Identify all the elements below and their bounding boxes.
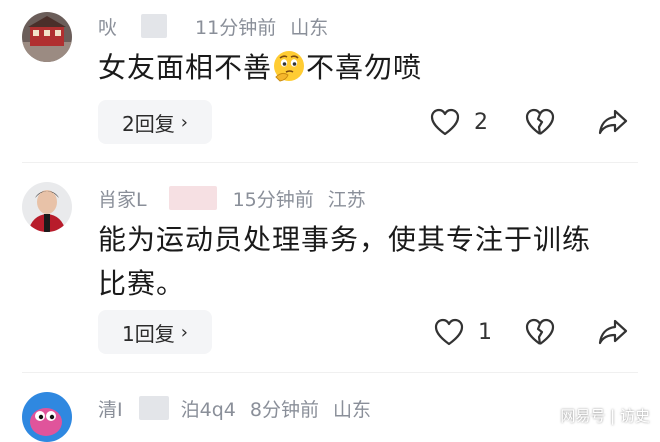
dislike-button[interactable] [525,108,555,136]
broken-heart-icon [525,318,555,345]
comment-location: 山东 [332,398,371,421]
share-arrow-icon [598,319,628,345]
heart-icon [434,318,464,346]
comment-text-line: 能为运动员处理事务，使其专注于训练 [98,223,592,256]
comment-meta: 吙 11分钟前 山东 [98,12,328,40]
like-button[interactable]: 2 [430,108,488,136]
comment-location: 山东 [290,16,329,39]
comment-text: 女友面相不善 不喜勿喷 [98,46,422,90]
avatar[interactable] [22,392,72,442]
comment-time: 11分钟前 [195,16,277,39]
comment-location: 江苏 [327,188,366,211]
divider [22,162,638,163]
username[interactable]: 清I [98,395,123,422]
comment-text-part: 女友面相不善 [98,51,273,84]
comment-text-part: 不喜勿喷 [306,51,423,84]
redacted-username [138,396,169,420]
comment-meta: 清I 泊4q4 8分钟前 山东 [98,394,371,422]
username[interactable]: 吙 [98,13,117,40]
reply-button[interactable]: 1回复 › [98,310,212,354]
thinking-face-emoji [272,49,306,83]
broken-heart-icon [525,108,555,135]
comment-time: 15分钟前 [232,188,314,211]
like-button[interactable]: 1 [434,318,492,346]
comment-text: 能为运动员处理事务，使其专注于训练 比赛。 [98,218,591,306]
watermark: 网易号 | 访史 [560,407,650,425]
comment-meta: 肖家L 15分钟前 江苏 [98,184,366,212]
share-button[interactable] [598,108,628,136]
heart-icon [430,108,460,136]
like-count: 2 [474,109,488,135]
comment-text-line: 比赛。 [98,267,186,300]
comment-time: 8分钟前 [249,398,319,421]
redacted-username [141,14,168,38]
username[interactable]: 肖家L [98,185,147,212]
reply-label: 2回复 [122,111,175,136]
divider [22,372,638,373]
avatar[interactable] [22,12,72,62]
chevron-right-icon: › [180,321,188,343]
like-count: 1 [478,319,492,345]
share-arrow-icon [598,109,628,135]
reply-button[interactable]: 2回复 › [98,100,212,144]
reply-label: 1回复 [122,321,175,346]
redacted-username [168,186,217,210]
dislike-button[interactable] [525,318,555,346]
chevron-right-icon: › [180,111,188,133]
share-button[interactable] [598,318,628,346]
username[interactable]: 泊4q4 [181,395,236,422]
avatar[interactable] [22,182,72,232]
